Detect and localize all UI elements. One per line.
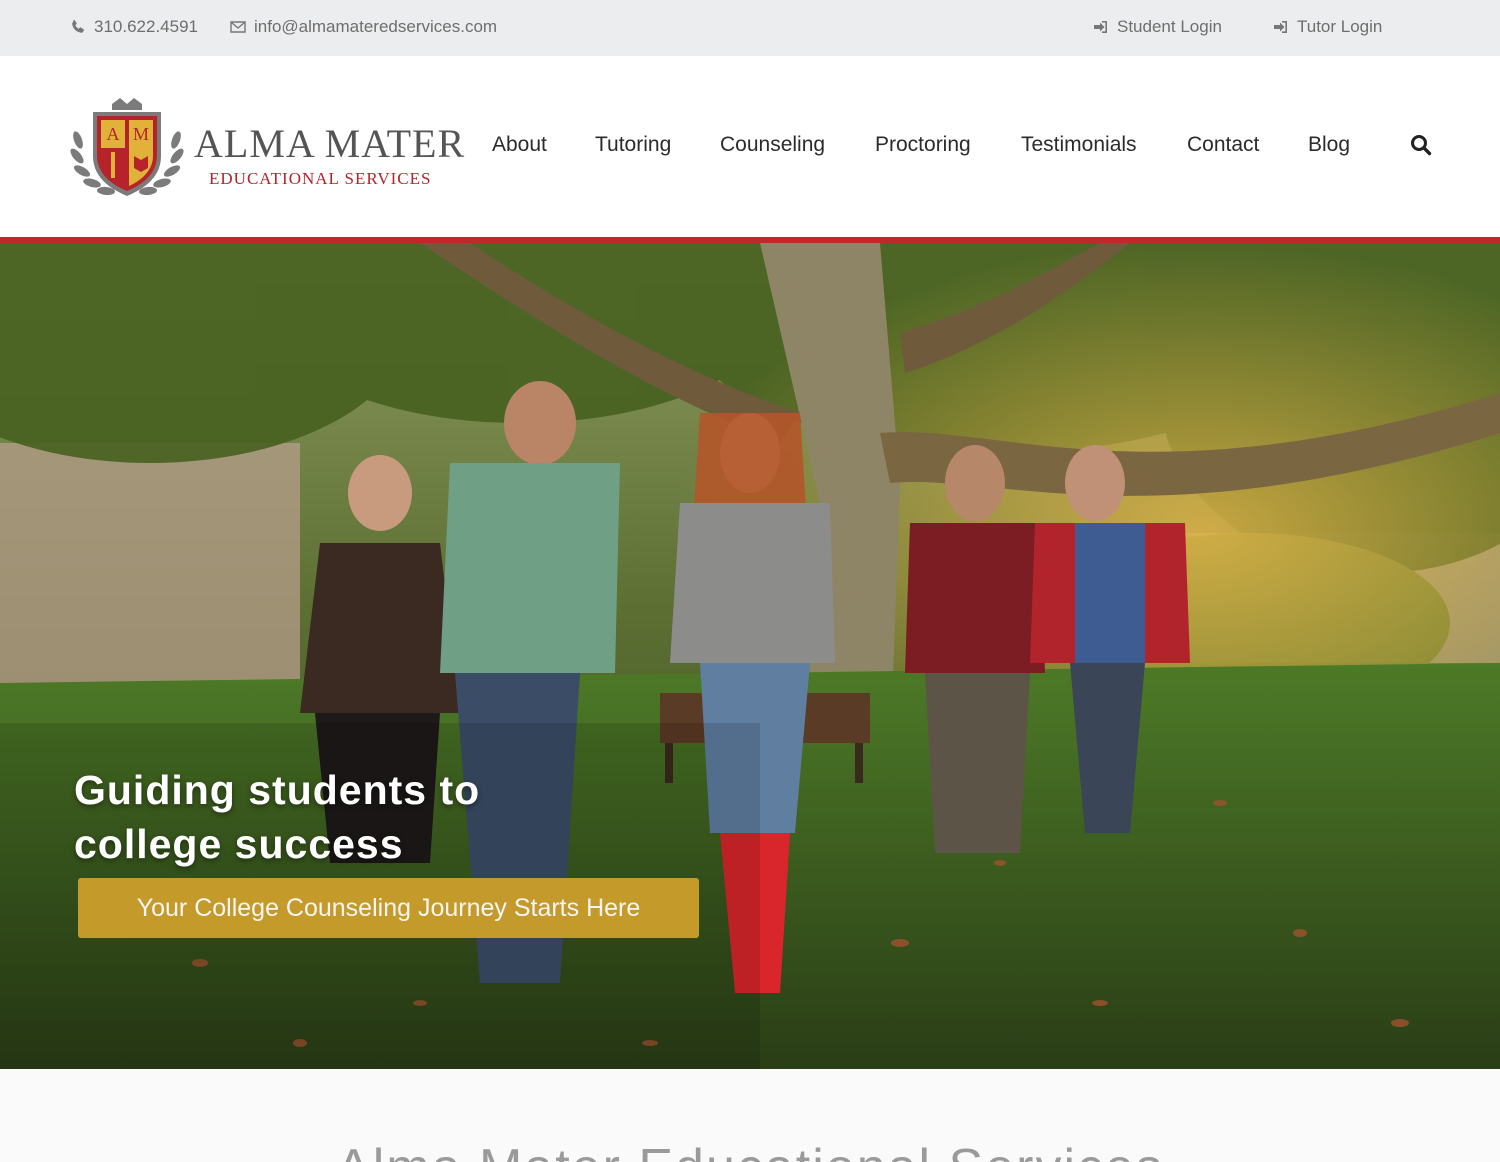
phone-number: 310.622.4591 [94,17,198,36]
hero-photo [0,243,1500,1069]
crest-letter-m: M [133,124,149,144]
phone-contact[interactable]: 310.622.4591 [70,16,198,38]
nav-item-blog[interactable]: Blog [1308,132,1350,158]
site-header: A M ALMA MATER EDUCATIONAL SERVICES Abou… [0,56,1500,238]
nav-item-proctoring[interactable]: Proctoring [875,132,971,158]
top-utility-bar: 310.622.4591 info@almamateredservices.co… [0,0,1500,56]
brand-tagline: EDUCATIONAL SERVICES [209,169,432,188]
site-logo[interactable]: A M ALMA MATER EDUCATIONAL SERVICES [68,94,464,200]
nav-item-testimonials[interactable]: Testimonials [1021,132,1137,158]
nav-item-counseling[interactable]: Counseling [720,132,825,158]
crest-letter-a: A [107,124,120,144]
tutor-login-label: Tutor Login [1297,17,1383,36]
college-counseling-cta-button[interactable]: Your College Counseling Journey Starts H… [78,878,699,938]
nav-item-contact[interactable]: Contact [1187,132,1259,158]
section-title: Alma Mater Educational Services [0,1138,1500,1162]
hero-headline: Guiding students to college success [74,767,481,867]
crest-icon: A M [70,98,184,196]
email-address: info@almamateredservices.com [254,17,498,36]
sign-in-icon [1094,21,1107,33]
phone-icon [72,20,84,33]
envelope-icon [230,21,246,33]
student-login-link[interactable]: Student Login [1093,16,1222,38]
sign-in-icon [1274,21,1287,33]
student-login-label: Student Login [1117,17,1222,36]
brand-name: ALMA MATER [194,121,466,166]
nav-item-about[interactable]: About [492,132,547,158]
email-contact[interactable]: info@almamateredservices.com [230,16,497,38]
hero-banner: Guiding students to college success Your… [0,243,1500,1069]
nav-item-tutoring[interactable]: Tutoring [595,132,671,158]
search-icon[interactable] [1410,134,1432,156]
tutor-login-link[interactable]: Tutor Login [1273,16,1382,38]
